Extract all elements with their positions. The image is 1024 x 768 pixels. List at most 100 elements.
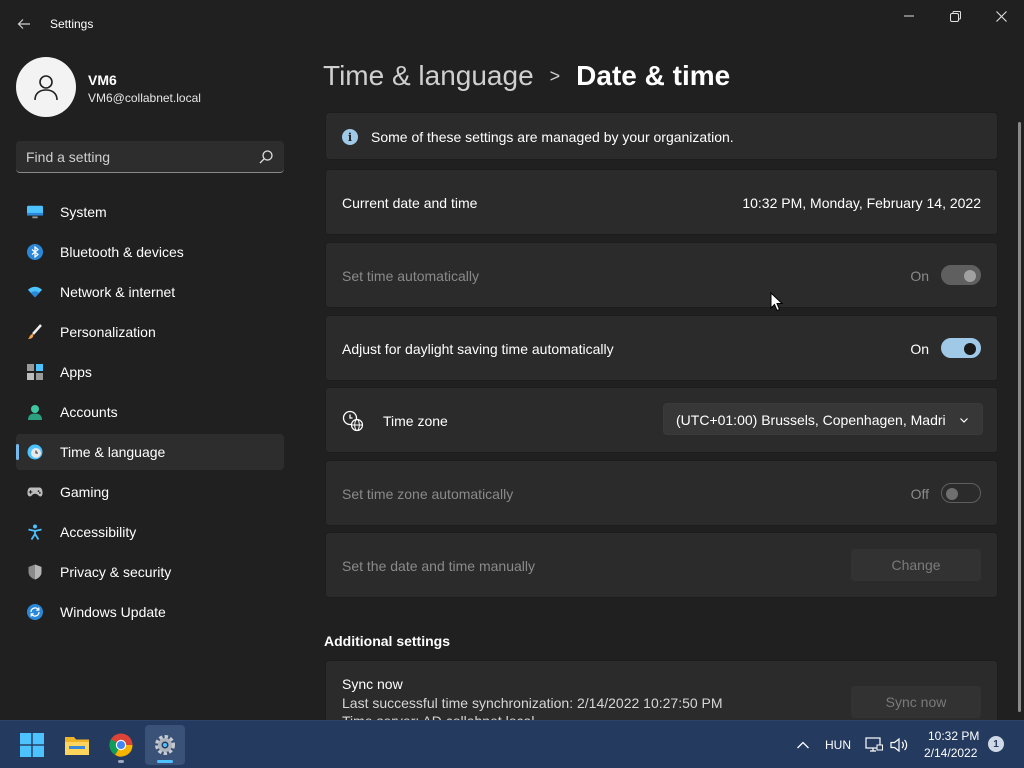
clock-date[interactable]: 2/14/2022 <box>924 746 977 760</box>
minimize-icon <box>904 15 914 17</box>
chevron-down-icon <box>960 418 968 423</box>
sidebar-item-privacy[interactable]: Privacy & security <box>16 554 284 590</box>
network-tray-button[interactable] <box>864 735 884 755</box>
manual-datetime-card: Set the date and time manually Change <box>325 532 998 598</box>
sidebar-item-personalization[interactable]: Personalization <box>16 314 284 350</box>
daylight-saving-card: Adjust for daylight saving time automati… <box>325 315 998 381</box>
user-profile[interactable]: VM6 VM6@collabnet.local <box>16 57 286 117</box>
chevron-up-icon <box>797 741 809 749</box>
active-indicator <box>157 760 173 763</box>
sidebar-item-label: Personalization <box>60 324 156 340</box>
time-zone-label: Time zone <box>383 413 448 429</box>
settings-gear-icon <box>155 735 175 755</box>
network-monitor-icon <box>865 737 883 752</box>
change-button[interactable]: Change <box>851 549 981 581</box>
info-icon: i <box>342 129 358 145</box>
sidebar-item-bluetooth[interactable]: Bluetooth & devices <box>16 234 284 270</box>
back-button[interactable] <box>12 12 36 36</box>
sidebar-item-label: Bluetooth & devices <box>60 244 184 260</box>
settings-taskbar-button[interactable] <box>145 725 185 765</box>
sidebar-item-label: System <box>60 204 107 220</box>
search-input[interactable] <box>26 141 246 172</box>
time-zone-card: Time zone (UTC+01:00) Brussels, Copenhag… <box>325 387 998 453</box>
time-zone-dropdown[interactable]: (UTC+01:00) Brussels, Copenhagen, Madrid… <box>663 403 983 435</box>
additional-settings-heading: Additional settings <box>324 633 450 649</box>
chrome-icon <box>109 733 133 757</box>
sidebar-item-accounts[interactable]: Accounts <box>16 394 284 430</box>
wifi-icon <box>27 284 43 300</box>
minimize-button[interactable] <box>886 0 932 32</box>
manual-datetime-label: Set the date and time manually <box>342 558 536 574</box>
monitor-icon <box>27 204 43 220</box>
daylight-saving-label: Adjust for daylight saving time automati… <box>342 341 614 357</box>
sidebar-nav: System Bluetooth & devices Network & int… <box>16 194 284 634</box>
current-datetime-value: 10:32 PM, Monday, February 14, 2022 <box>742 195 981 211</box>
tray-overflow-button[interactable] <box>793 735 813 755</box>
sidebar-item-windows-update[interactable]: Windows Update <box>16 594 284 630</box>
scrollbar[interactable] <box>1018 122 1021 712</box>
maximize-button[interactable] <box>932 0 978 32</box>
breadcrumb: Time & language > Date & time <box>323 58 730 94</box>
back-arrow-icon <box>17 19 30 29</box>
sidebar-item-gaming[interactable]: Gaming <box>16 474 284 510</box>
search-box[interactable] <box>16 141 284 173</box>
file-explorer-button[interactable] <box>57 725 97 765</box>
user-name: VM6 <box>88 72 117 88</box>
windows-start-icon <box>20 733 44 757</box>
search-icon[interactable] <box>258 149 274 165</box>
start-button[interactable] <box>12 725 52 765</box>
volume-tray-button[interactable] <box>890 735 910 755</box>
daylight-saving-toggle[interactable] <box>941 338 981 358</box>
sidebar-item-label: Gaming <box>60 484 110 500</box>
brush-icon <box>27 324 43 340</box>
sidebar-item-label: Accounts <box>60 404 118 420</box>
sync-now-button[interactable]: Sync now <box>851 686 981 718</box>
current-datetime-card: Current date and time 10:32 PM, Monday, … <box>325 169 998 235</box>
sidebar-item-label: Apps <box>60 364 92 380</box>
sidebar-item-time-language[interactable]: Time & language <box>16 434 284 470</box>
info-banner-text: Some of these settings are managed by yo… <box>371 129 734 145</box>
file-explorer-icon <box>65 737 89 755</box>
sidebar-item-accessibility[interactable]: Accessibility <box>16 514 284 550</box>
chrome-button[interactable] <box>101 725 141 765</box>
person-icon <box>27 404 43 420</box>
speaker-icon <box>890 737 908 753</box>
clock-globe-icon <box>27 444 43 460</box>
taskbar: HUN 10:32 PM 2/14/2022 <box>0 720 1024 768</box>
sync-title: Sync now <box>342 676 403 692</box>
notification-badge[interactable]: 1 <box>988 736 1004 752</box>
sidebar-item-label: Network & internet <box>60 284 176 300</box>
close-button[interactable] <box>978 0 1024 32</box>
breadcrumb-parent[interactable]: Time & language <box>323 60 534 92</box>
breadcrumb-separator: > <box>549 65 561 86</box>
user-avatar-icon <box>34 75 58 101</box>
current-datetime-label: Current date and time <box>342 195 478 211</box>
bluetooth-icon <box>27 244 43 260</box>
avatar <box>16 57 76 117</box>
close-icon <box>995 10 1007 22</box>
sidebar-item-label: Accessibility <box>60 524 137 540</box>
sidebar-item-network[interactable]: Network & internet <box>16 274 284 310</box>
app-title: Settings <box>50 17 94 31</box>
set-time-auto-state: On <box>910 268 929 284</box>
sidebar-item-system[interactable]: System <box>16 194 284 230</box>
clock-time[interactable]: 10:32 PM <box>928 729 979 743</box>
sidebar-item-apps[interactable]: Apps <box>16 354 284 390</box>
update-icon <box>27 604 43 620</box>
restore-icon <box>949 10 961 22</box>
set-zone-auto-toggle[interactable] <box>941 483 981 503</box>
set-time-auto-label: Set time automatically <box>342 268 479 284</box>
daylight-saving-state: On <box>910 341 929 357</box>
accessibility-icon <box>27 524 43 540</box>
time-zone-icon <box>342 410 364 432</box>
shield-icon <box>27 564 43 580</box>
set-zone-auto-label: Set time zone automatically <box>342 486 514 502</box>
sidebar-item-label: Privacy & security <box>60 564 172 580</box>
user-email: VM6@collabnet.local <box>88 91 201 105</box>
time-zone-value: (UTC+01:00) Brussels, Copenhagen, Madrid… <box>676 412 946 428</box>
last-sync-text: Last successful time synchronization: 2/… <box>342 695 723 711</box>
input-language[interactable]: HUN <box>825 738 851 752</box>
set-time-auto-toggle[interactable] <box>941 265 981 285</box>
sidebar-item-label: Time & language <box>60 444 166 460</box>
managed-info-banner: i Some of these settings are managed by … <box>325 112 998 160</box>
